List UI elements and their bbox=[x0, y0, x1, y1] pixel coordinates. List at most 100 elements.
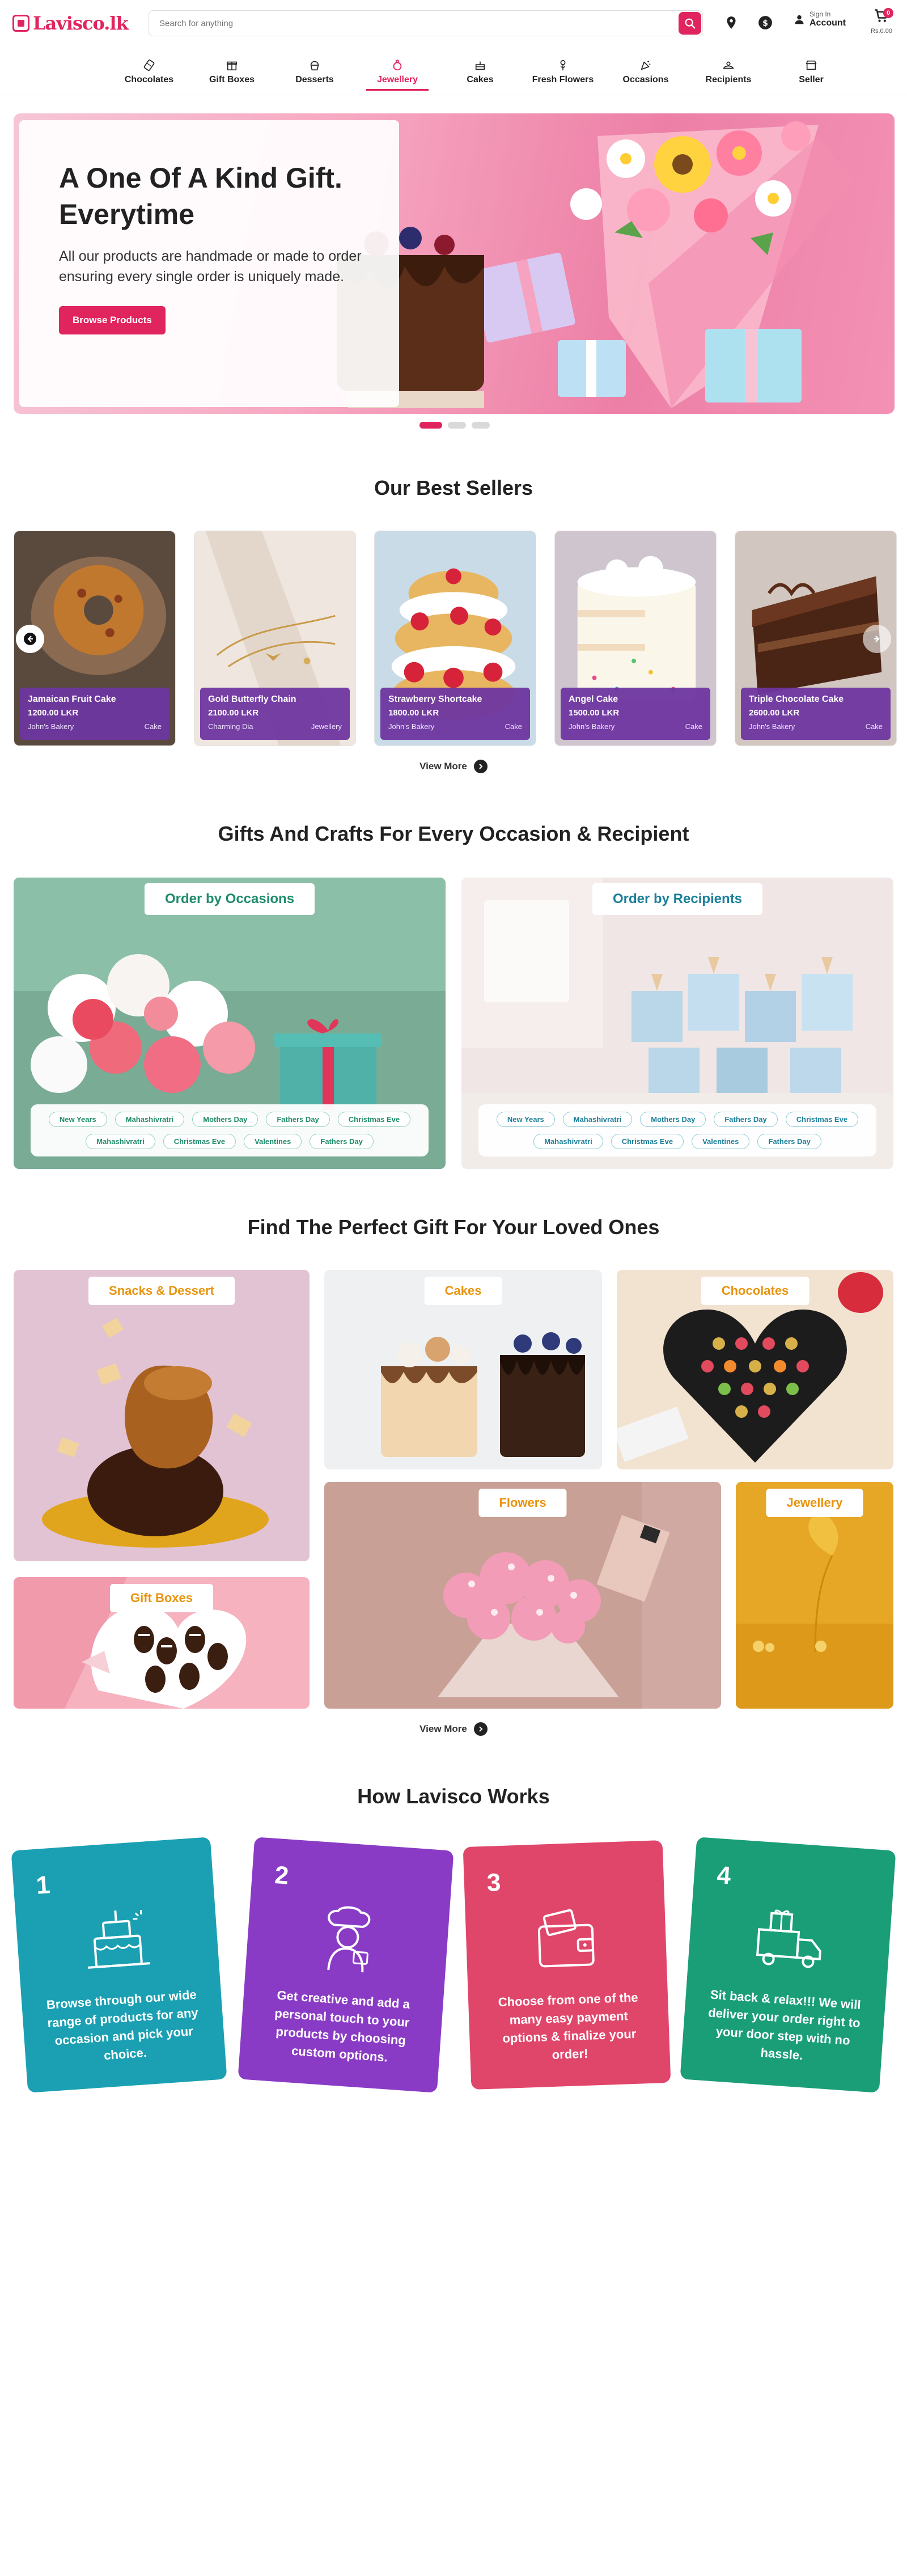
arrow-right-circle-icon bbox=[473, 1722, 488, 1736]
how-step-card: 3 Choose from one of the many easy payme… bbox=[463, 1840, 671, 2090]
recipient-tag[interactable]: Fathers Day bbox=[757, 1134, 821, 1149]
occasion-tag[interactable]: Mahashivratri bbox=[115, 1112, 185, 1127]
arrow-right-icon bbox=[874, 635, 880, 642]
occasion-tag[interactable]: Valentines bbox=[244, 1134, 302, 1149]
recipient-tag[interactable]: Christmas Eve bbox=[785, 1112, 859, 1127]
product-price: 2100.00 LKR bbox=[208, 708, 259, 718]
how-it-works-title: How Lavisco Works bbox=[357, 1785, 550, 1808]
cart-button[interactable]: 0 Rs.0.00 bbox=[868, 8, 895, 35]
nav-item-recipients[interactable]: Recipients bbox=[687, 53, 770, 91]
product-card[interactable]: Gold Butterfly Chain 2100.00 LKR Charmin… bbox=[194, 531, 356, 746]
category-label: Cakes bbox=[424, 1277, 502, 1305]
category-jewellery[interactable]: Jewellery bbox=[736, 1482, 893, 1709]
recipient-tag[interactable]: Fathers Day bbox=[714, 1112, 778, 1127]
nav-item-desserts[interactable]: Desserts bbox=[273, 53, 356, 91]
product-category: Jewellery bbox=[311, 722, 342, 731]
step-number: 1 bbox=[35, 1871, 52, 1900]
category-snacks-dessert[interactable]: Snacks & Dessert bbox=[14, 1270, 310, 1561]
step-text: Browse through our wide range of product… bbox=[46, 1987, 199, 2063]
order-by-occasions-label: Order by Occasions bbox=[144, 883, 315, 915]
best-sellers-view-more[interactable]: View More bbox=[0, 760, 907, 773]
product-seller: John's Bakery bbox=[28, 722, 74, 731]
order-by-recipients-card[interactable]: Order by Recipients New Years Mahashivra… bbox=[461, 878, 893, 1169]
logo[interactable]: Lavisco.lk bbox=[12, 12, 129, 34]
occasions-section-title: Gifts And Crafts For Every Occasion & Re… bbox=[218, 822, 689, 845]
snacks-dessert-image bbox=[14, 1270, 310, 1561]
category-cakes[interactable]: Cakes bbox=[324, 1270, 602, 1469]
nav-item-fresh-flowers[interactable]: Fresh Flowers bbox=[522, 53, 604, 91]
product-seller: John's Bakery bbox=[749, 722, 795, 731]
site-header: Lavisco.lk $ Sign In Account 0 Rs.0.00 bbox=[0, 0, 907, 95]
search-icon bbox=[685, 18, 696, 29]
cake-step-icon bbox=[88, 1909, 151, 1969]
nav-item-jewellery[interactable]: Jewellery bbox=[356, 53, 439, 91]
product-card[interactable]: Angel Cake 1500.00 LKR John's Bakery Cake bbox=[554, 531, 717, 746]
category-gift-boxes[interactable]: Gift Boxes bbox=[14, 1577, 310, 1709]
view-more-label: View More bbox=[419, 761, 467, 772]
nav-item-label: Gift Boxes bbox=[209, 75, 255, 84]
nav-item-label: Occasions bbox=[622, 75, 669, 84]
category-flowers[interactable]: Flowers bbox=[324, 1482, 721, 1709]
recipient-tag[interactable]: Mahashivratri bbox=[533, 1134, 603, 1149]
search-input[interactable] bbox=[149, 11, 659, 36]
step-text: Choose from one of the many easy payment… bbox=[498, 1990, 638, 2062]
product-name: Angel Cake bbox=[569, 694, 618, 704]
location-pin-icon bbox=[727, 16, 736, 29]
logo-mark-icon bbox=[12, 15, 29, 32]
order-by-occasions-card[interactable]: Order by Occasions New Years Mahashivrat… bbox=[14, 878, 446, 1169]
search-button[interactable] bbox=[679, 12, 701, 35]
best-sellers-title: Our Best Sellers bbox=[374, 476, 533, 499]
hero-subtitle: All our products are handmade or made to… bbox=[59, 248, 362, 285]
occasion-tag[interactable]: Fathers Day bbox=[266, 1112, 330, 1127]
recipient-tag[interactable]: New Years bbox=[496, 1112, 555, 1127]
recipient-tag[interactable]: Valentines bbox=[692, 1134, 750, 1149]
nav-item-gift-boxes[interactable]: Gift Boxes bbox=[190, 53, 273, 91]
svg-text:$: $ bbox=[762, 19, 768, 28]
carousel-prev-button[interactable] bbox=[16, 625, 44, 653]
carousel-dot[interactable] bbox=[419, 422, 442, 429]
gift-box-icon bbox=[226, 61, 238, 71]
occasion-tag[interactable]: Fathers Day bbox=[310, 1134, 374, 1149]
category-label: Chocolates bbox=[701, 1277, 809, 1305]
best-sellers-carousel: Jamaican Fruit Cake 1200.00 LKR John's B… bbox=[14, 531, 907, 746]
product-seller: John's Bakery bbox=[388, 722, 435, 731]
location-button[interactable] bbox=[720, 11, 743, 34]
cart-count-badge: 0 bbox=[883, 8, 893, 18]
recipient-tag[interactable]: Mahashivratri bbox=[562, 1112, 633, 1127]
occasion-tag[interactable]: Christmas Eve bbox=[337, 1112, 411, 1127]
recipient-tag[interactable]: Mothers Day bbox=[640, 1112, 706, 1127]
user-icon bbox=[795, 15, 804, 24]
product-price: 2600.00 LKR bbox=[749, 708, 800, 718]
product-card[interactable]: Strawberry Shortcake 1800.00 LKR John's … bbox=[374, 531, 536, 746]
occasion-tag[interactable]: Mahashivratri bbox=[86, 1134, 155, 1149]
nav-item-cakes[interactable]: Cakes bbox=[439, 53, 522, 91]
nav-item-label: Recipients bbox=[705, 75, 752, 84]
hero-banner: A One Of A Kind Gift. Everytime All our … bbox=[14, 113, 895, 414]
nav-item-occasions[interactable]: Occasions bbox=[604, 53, 687, 91]
search-box bbox=[149, 10, 703, 36]
nav-item-chocolates[interactable]: Chocolates bbox=[108, 53, 190, 91]
product-price: 1500.00 LKR bbox=[569, 708, 620, 718]
recipient-tag[interactable]: Christmas Eve bbox=[611, 1134, 684, 1149]
carousel-next-button[interactable] bbox=[863, 625, 891, 653]
category-chocolates[interactable]: Chocolates bbox=[617, 1270, 893, 1469]
delivery-truck-step-icon bbox=[756, 1909, 821, 1968]
currency-button[interactable]: $ bbox=[754, 11, 777, 34]
main-nav: Chocolates Gift Boxes Desserts Jewellery… bbox=[108, 53, 853, 91]
gifts-view-more[interactable]: View More bbox=[0, 1722, 907, 1736]
step-number: 3 bbox=[486, 1868, 502, 1897]
occasion-tag[interactable]: Mothers Day bbox=[192, 1112, 258, 1127]
occasion-tag[interactable]: New Years bbox=[48, 1112, 107, 1127]
carousel-dot[interactable] bbox=[448, 422, 466, 429]
step-number: 4 bbox=[716, 1861, 732, 1890]
account-label: Account bbox=[809, 18, 846, 28]
occasion-tag[interactable]: Christmas Eve bbox=[163, 1134, 236, 1149]
browse-products-button[interactable]: Browse Products bbox=[59, 306, 166, 334]
carousel-dot[interactable] bbox=[472, 422, 490, 429]
account-link[interactable]: Sign In Account bbox=[794, 10, 846, 28]
currency-icon: $ bbox=[758, 16, 772, 29]
hero-title: A One Of A Kind Gift. Everytime bbox=[59, 162, 342, 230]
nav-item-seller[interactable]: Seller bbox=[770, 53, 853, 91]
product-price: 1200.00 LKR bbox=[28, 708, 79, 718]
order-by-recipients-label: Order by Recipients bbox=[592, 883, 763, 915]
